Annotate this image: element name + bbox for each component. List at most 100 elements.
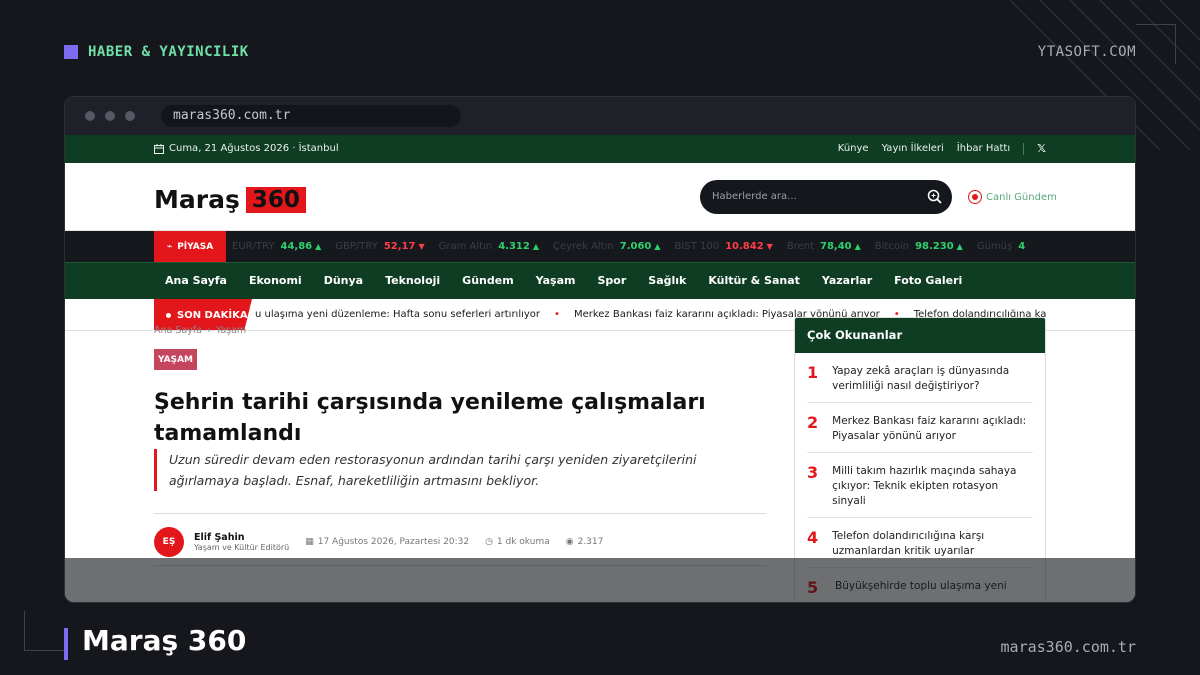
date-text: Cuma, 21 Ağustos 2026 · İstanbul xyxy=(169,143,339,154)
category-label: HABER & YAYINCILIK xyxy=(64,44,249,60)
title-accent-bar xyxy=(64,628,68,660)
market-label: PİYASA xyxy=(177,241,214,252)
read-time-text: 1 dk okuma xyxy=(496,537,550,547)
live-agenda-link[interactable]: Canlı Gündem xyxy=(968,190,1057,204)
market-item: EUR/TRY 44,86 ▲ xyxy=(232,231,321,262)
calendar-icon xyxy=(154,144,164,154)
category-badge[interactable]: YAŞAM xyxy=(154,349,197,370)
page-viewport: Cuma, 21 Ağustos 2026 · İstanbul Künye Y… xyxy=(65,135,1135,602)
bullet-icon: • xyxy=(554,309,560,320)
nav-item[interactable]: Ana Sayfa xyxy=(154,263,238,299)
nav-item[interactable]: Ekonomi xyxy=(238,263,313,299)
trend-arrow-icon: ▲ xyxy=(654,242,661,251)
nav-item[interactable]: Dünya xyxy=(313,263,374,299)
most-read-item[interactable]: 3 Milli takım hazırlık maçında sahaya çık… xyxy=(807,453,1033,518)
search-icon[interactable] xyxy=(926,188,944,206)
most-read-headline[interactable]: Yapay zekâ araçları iş dünyasında veriml… xyxy=(832,364,1033,394)
window-dot-icon xyxy=(125,111,135,121)
nav-item[interactable]: Sağlık xyxy=(637,263,697,299)
rank-number: 2 xyxy=(807,413,819,432)
divider xyxy=(154,513,766,514)
nav-item[interactable]: Foto Galeri xyxy=(883,263,973,299)
site-url: maras360.com.tr xyxy=(1000,638,1136,656)
most-read-headline[interactable]: Milli takım hazırlık maçında sahaya çıkı… xyxy=(832,464,1033,509)
market-value-text: 44,86 xyxy=(280,241,313,252)
link-yayin-ilkeleri[interactable]: Yayın İlkeleri xyxy=(882,135,944,163)
site-title: Maraş 360 xyxy=(82,624,247,657)
market-value-text: 4 xyxy=(1018,241,1026,252)
window-controls xyxy=(85,111,135,121)
trend-arrow-icon: ▲ xyxy=(956,242,963,251)
browser-window: maras360.com.tr Cuma, 21 Ağustos 2026 · … xyxy=(64,96,1136,603)
most-read-headline[interactable]: Telefon dolandırıcılığına karşı uzmanlar… xyxy=(832,529,1033,559)
breadcrumb: Ana Sayfa › Yaşam xyxy=(154,325,246,336)
breadcrumb-current[interactable]: Yaşam xyxy=(216,325,246,336)
link-kunye[interactable]: Künye xyxy=(838,135,869,163)
article-meta: ▦ 17 Ağustos 2026, Pazartesi 20:32 ◷ 1 dk … xyxy=(305,537,603,547)
market-name: Gümüş xyxy=(976,241,1013,252)
market-item: GBP/TRY 52,17 ▼ xyxy=(335,231,424,262)
views: ◉ 2.317 xyxy=(566,537,604,547)
market-item: Brent 78,40 ▲ xyxy=(787,231,861,262)
browser-chrome: maras360.com.tr xyxy=(65,97,1135,135)
nav-item[interactable]: Kültür & Sanat xyxy=(697,263,811,299)
breaking-item[interactable]: u ulaşıma yeni düzenleme: Hafta sonu sef… xyxy=(255,299,540,330)
market-value-text: 78,40 xyxy=(819,241,852,252)
most-read-headline[interactable]: Merkez Bankası faiz kararını açıkladı: P… xyxy=(832,414,1033,444)
market-value-text: 7.060 xyxy=(619,241,652,252)
market-value: 10.842 ▼ xyxy=(725,231,773,262)
rank-number: 1 xyxy=(807,363,819,382)
most-read-item[interactable]: 1 Yapay zekâ araçları iş dünyasında verim… xyxy=(807,353,1033,403)
address-bar[interactable]: maras360.com.tr xyxy=(161,105,461,127)
market-name: BIST 100 xyxy=(674,241,720,252)
market-name: Çeyrek Altın xyxy=(553,241,614,252)
market-item: Çeyrek Altın 7.060 ▲ xyxy=(553,231,661,262)
market-value: 4 xyxy=(1018,231,1028,262)
utility-bar: Cuma, 21 Ağustos 2026 · İstanbul Künye Y… xyxy=(65,135,1135,163)
article-lead: Uzun süredir devam eden restorasyonun ar… xyxy=(154,449,766,491)
market-name: EUR/TRY xyxy=(232,241,275,252)
market-name: Brent xyxy=(786,241,814,252)
trend-arrow-icon: ▲ xyxy=(315,242,322,251)
nav-item[interactable]: Yazarlar xyxy=(811,263,883,299)
corner-bracket-bottom-left xyxy=(24,611,64,651)
views-text: 2.317 xyxy=(577,537,604,547)
market-item: BIST 100 10.842 ▼ xyxy=(675,231,773,262)
site-header: Maraş 360 Haberlerde ara... Canlı Gündem xyxy=(65,163,1135,231)
trend-arrow-icon: ▼ xyxy=(418,242,425,251)
live-label: Canlı Gündem xyxy=(986,191,1057,203)
market-value-text: 52,17 xyxy=(383,241,416,252)
nav-item[interactable]: Yaşam xyxy=(525,263,587,299)
market-item: Gümüş 4 xyxy=(977,231,1028,262)
avatar[interactable]: EŞ xyxy=(154,527,184,557)
most-read-item[interactable]: 2 Merkez Bankası faiz kararını açıkladı: … xyxy=(807,403,1033,453)
nav-item[interactable]: Teknoloji xyxy=(374,263,451,299)
nav-item[interactable]: Gündem xyxy=(451,263,525,299)
author-row: EŞ Elif Şahin Yaşam ve Kültür Editörü ▦ 1… xyxy=(154,522,766,562)
author-role: Yaşam ve Kültür Editörü xyxy=(194,543,290,552)
market-items: EUR/TRY 44,86 ▲ GBP/TRY 52,17 ▼ Gram Altın 4.31… xyxy=(232,231,1028,262)
search-input[interactable]: Haberlerde ara... xyxy=(712,180,797,214)
brand-text: YTASOFT.COM xyxy=(1037,44,1136,60)
breadcrumb-home[interactable]: Ana Sayfa xyxy=(154,325,202,336)
trend-arrow-icon: ▼ xyxy=(766,242,773,251)
site-logo[interactable]: Maraş 360 xyxy=(154,185,306,214)
trend-arrow-icon: ▲ xyxy=(532,242,539,251)
pulse-icon: ⌁ xyxy=(166,241,173,252)
market-value: 98.230 ▲ xyxy=(915,231,963,262)
category-square-icon xyxy=(64,45,78,59)
divider xyxy=(1023,143,1025,155)
window-dot-icon xyxy=(105,111,115,121)
category-text: HABER & YAYINCILIK xyxy=(88,44,249,60)
link-ihbar-hatti[interactable]: İhbar Hattı xyxy=(957,135,1010,163)
author-name[interactable]: Elif Şahin xyxy=(194,532,289,543)
market-name: Gram Altın xyxy=(438,241,493,252)
search-box[interactable]: Haberlerde ara... xyxy=(700,180,952,214)
market-value-text: 4.312 xyxy=(498,241,530,252)
live-dot-icon xyxy=(968,190,982,204)
bottom-overlay xyxy=(65,558,1135,602)
nav-item[interactable]: Spor xyxy=(586,263,637,299)
author-info: Elif Şahin Yaşam ve Kültür Editörü xyxy=(194,532,289,552)
breaking-dot-icon xyxy=(166,312,171,318)
x-icon[interactable]: 𝕏 xyxy=(1037,135,1046,163)
